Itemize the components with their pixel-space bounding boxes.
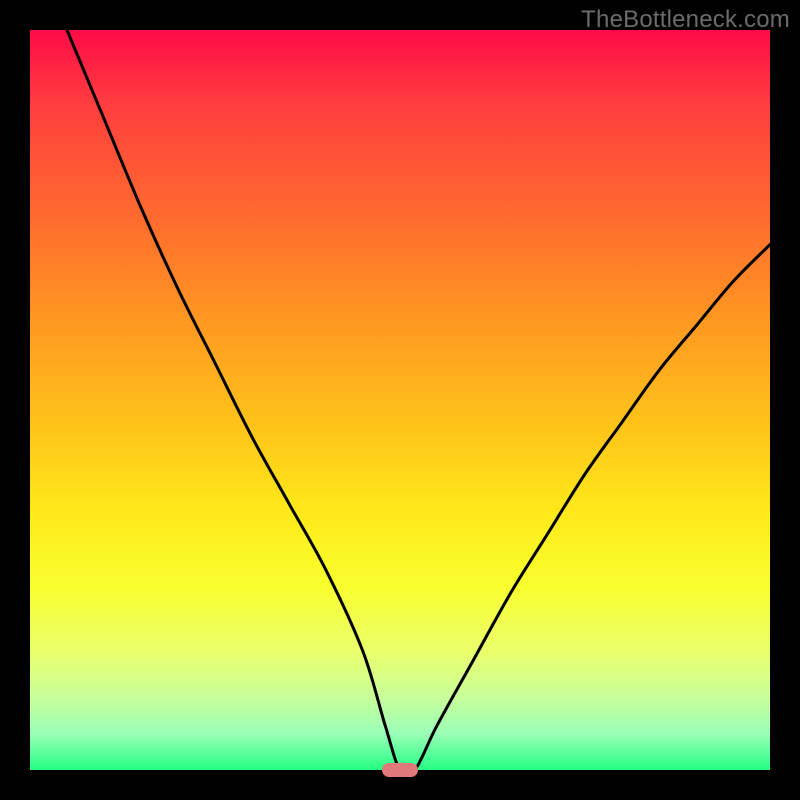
watermark-text: TheBottleneck.com <box>581 6 790 34</box>
plot-area <box>30 30 770 770</box>
optimal-marker <box>382 763 418 777</box>
bottleneck-curve <box>30 30 770 770</box>
chart-frame: TheBottleneck.com <box>0 0 800 800</box>
